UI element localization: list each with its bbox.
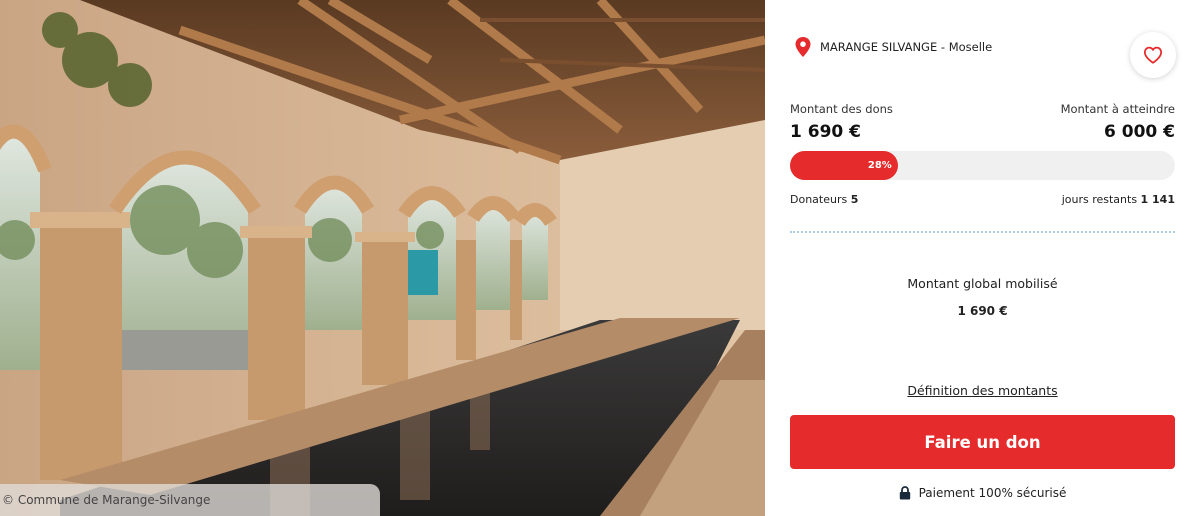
secure-payment-text: Paiement 100% sécurisé — [918, 486, 1067, 500]
raised-label: Montant des dons — [790, 102, 893, 116]
project-location: MARANGE SILVANGE - Moselle — [795, 37, 992, 57]
donate-button[interactable]: Faire un don — [790, 415, 1175, 469]
global-amount-value: 1 690 € — [957, 304, 1008, 318]
location-region: Moselle — [948, 40, 993, 54]
amounts-definition-link[interactable]: Définition des montants — [790, 383, 1175, 398]
lock-icon — [899, 486, 910, 500]
project-photo: © Commune de Marange-Silvange — [0, 0, 765, 516]
location-separator: - — [937, 40, 949, 54]
donors-count: Donateurs 5 — [790, 193, 858, 206]
donors-label: Donateurs — [790, 193, 848, 206]
raised-amount: 1 690 € — [790, 122, 861, 142]
global-amount-label: Montant global mobilisé — [907, 276, 1058, 291]
location-city: MARANGE SILVANGE — [820, 40, 938, 54]
lavoir-illustration — [0, 0, 765, 516]
favorite-button[interactable] — [1130, 32, 1176, 78]
heart-icon — [1143, 46, 1163, 64]
days-value: 1 141 — [1140, 193, 1175, 206]
goal-label: Montant à atteindre — [1060, 102, 1175, 116]
progress-bar: 28% — [790, 151, 1175, 180]
map-pin-icon — [795, 37, 811, 57]
progress-fill: 28% — [790, 151, 898, 180]
days-label: jours restants — [1061, 193, 1138, 206]
days-remaining: jours restants 1 141 — [1062, 193, 1175, 206]
photo-credit: © Commune de Marange-Silvange — [0, 484, 380, 516]
divider — [790, 231, 1175, 233]
goal-amount: 6 000 € — [1104, 122, 1175, 142]
secure-payment: Paiement 100% sécurisé — [790, 486, 1175, 500]
donors-value: 5 — [850, 193, 859, 206]
progress-percent: 28% — [867, 160, 892, 171]
donation-panel: MARANGE SILVANGE - Moselle Montant des d… — [790, 0, 1176, 516]
location-label: MARANGE SILVANGE - Moselle — [820, 40, 992, 54]
